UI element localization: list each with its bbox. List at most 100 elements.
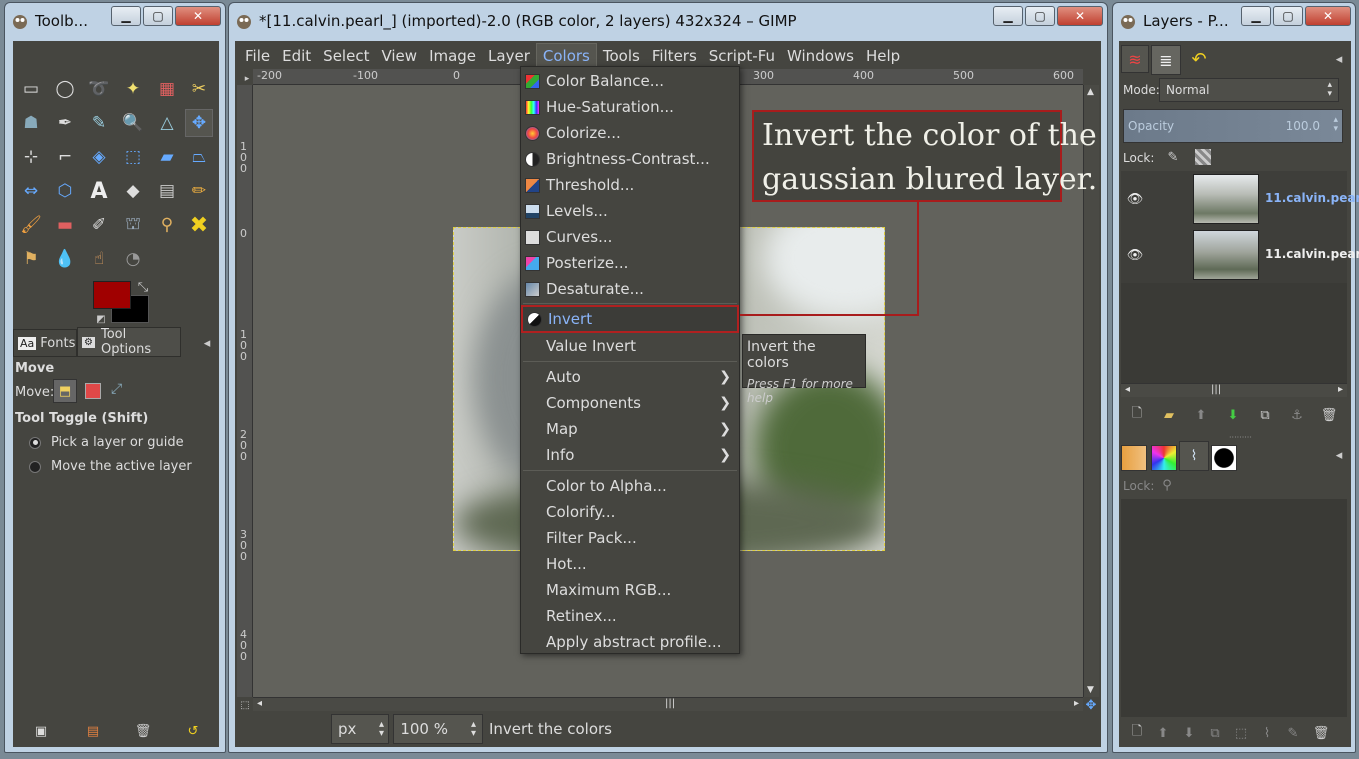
move-tool-icon[interactable]: ✥ xyxy=(185,109,213,137)
scroll-thumb-grip[interactable]: ||| xyxy=(1211,384,1221,395)
minimize-button[interactable]: ▁ xyxy=(1241,6,1271,26)
save-tool-preset-icon[interactable]: ▣ xyxy=(33,723,49,739)
raise-layer-icon[interactable]: ⬆ xyxy=(1193,407,1209,423)
lock-icon[interactable]: ⚲ xyxy=(1159,477,1175,493)
smudge-tool-icon[interactable]: ☝ xyxy=(85,245,113,273)
ink-tool-icon[interactable]: ⛫ xyxy=(119,211,147,239)
tab-channels[interactable]: ≣ xyxy=(1151,45,1181,75)
raise-path-icon[interactable]: ⬆ xyxy=(1155,725,1171,741)
color-picker-tool-icon[interactable]: ✎ xyxy=(85,109,113,137)
scissors-tool-icon[interactable]: ✂ xyxy=(185,75,213,103)
delete-tool-preset-icon[interactable]: 🗑 xyxy=(135,723,152,739)
stroke-path-icon[interactable]: ✎ xyxy=(1285,725,1301,741)
layer-row[interactable]: 👁 11.calvin.pearl_ xyxy=(1121,171,1359,227)
tab-tool-options[interactable]: ⚙ Tool Options xyxy=(77,327,181,357)
menu-file[interactable]: File xyxy=(239,44,276,68)
menu-item-colorify[interactable]: Colorify... xyxy=(521,499,739,525)
move-path-button[interactable]: ⤢ xyxy=(111,381,122,397)
path-to-selection-icon[interactable]: ⬚ xyxy=(1233,725,1249,741)
dock-separator[interactable]: ········· xyxy=(1229,433,1252,442)
lock-pixels-icon[interactable]: ✎ xyxy=(1165,149,1181,165)
blur-tool-icon[interactable]: 💧 xyxy=(51,245,79,273)
menu-item-components[interactable]: Components ❯ xyxy=(521,390,739,416)
menu-item-posterize[interactable]: Posterize... xyxy=(521,250,739,276)
cage-tool-icon[interactable]: ⬡ xyxy=(51,177,79,205)
menu-image[interactable]: Image xyxy=(423,44,482,68)
menu-item-auto[interactable]: Auto ❯ xyxy=(521,364,739,390)
menu-item-map[interactable]: Map ❯ xyxy=(521,416,739,442)
scroll-up-arrow-icon[interactable]: ▲ xyxy=(1087,87,1094,97)
visibility-eye-icon[interactable]: 👁 xyxy=(1127,247,1144,263)
close-button[interactable]: ✕ xyxy=(1305,6,1351,26)
move-layer-button[interactable]: ⬒ xyxy=(53,379,77,403)
menu-item-desaturate[interactable]: Desaturate... xyxy=(521,276,739,302)
layer-list-hscrollbar[interactable]: ◂ ||| ▸ xyxy=(1121,383,1347,397)
anchor-layer-icon[interactable]: ⚓ xyxy=(1289,407,1305,423)
tab-layers[interactable]: ≋ xyxy=(1121,45,1149,73)
tab-gradients[interactable] xyxy=(1211,445,1237,471)
menu-item-info[interactable]: Info ❯ xyxy=(521,442,739,468)
ellipse-select-tool-icon[interactable]: ◯ xyxy=(51,75,79,103)
layer-row[interactable]: 👁 11.calvin.pearl_ xyxy=(1121,227,1359,283)
menu-item-levels[interactable]: Levels... xyxy=(521,198,739,224)
pencil-tool-icon[interactable]: ✏ xyxy=(185,177,213,205)
dodge-burn-tool-icon[interactable]: ◔ xyxy=(119,245,147,273)
swap-colors-icon[interactable]: ⤡ xyxy=(135,279,151,295)
delete-layer-icon[interactable]: 🗑 xyxy=(1321,407,1338,423)
lower-layer-icon[interactable]: ⬇ xyxy=(1225,407,1241,423)
menu-filters[interactable]: Filters xyxy=(646,44,703,68)
layer-name[interactable]: 11.calvin.pearl_ xyxy=(1265,247,1359,261)
tab-undo[interactable]: ↶ xyxy=(1185,45,1213,73)
minimize-button[interactable]: ▁ xyxy=(111,6,141,26)
lock-alpha-icon[interactable] xyxy=(1195,149,1211,165)
text-tool-icon[interactable]: A xyxy=(85,177,113,205)
radio-pick-layer[interactable]: Pick a layer or guide xyxy=(29,435,184,450)
delete-path-icon[interactable]: 🗑 xyxy=(1313,725,1330,741)
shear-tool-icon[interactable]: ▰ xyxy=(153,143,181,171)
close-button[interactable]: ✕ xyxy=(1057,6,1103,26)
tab-menu-icon[interactable]: ◂ xyxy=(1331,51,1347,67)
menu-windows[interactable]: Windows xyxy=(781,44,860,68)
paths-tool-icon[interactable]: ✒ xyxy=(51,109,79,137)
new-path-icon[interactable]: 🗋 xyxy=(1129,724,1145,741)
restore-tool-preset-icon[interactable]: ▤ xyxy=(85,723,101,739)
maximize-button[interactable]: ▢ xyxy=(143,6,173,26)
layer-name[interactable]: 11.calvin.pearl_ xyxy=(1265,191,1359,205)
scroll-left-arrow-icon[interactable]: ◂ xyxy=(257,698,262,709)
menu-item-color-balance[interactable]: Color Balance... xyxy=(521,68,739,94)
rect-select-tool-icon[interactable]: ▭ xyxy=(17,75,45,103)
foreground-color-swatch[interactable] xyxy=(93,281,131,309)
reset-tool-options-icon[interactable]: ↺ xyxy=(185,723,201,739)
tab-patterns[interactable] xyxy=(1151,445,1177,471)
menu-item-curves[interactable]: Curves... xyxy=(521,224,739,250)
perspective-tool-icon[interactable]: ⏢ xyxy=(185,143,213,171)
selection-to-path-icon[interactable]: ⌇ xyxy=(1259,725,1275,741)
select-by-color-tool-icon[interactable]: ▦ xyxy=(153,75,181,103)
maximize-button[interactable]: ▢ xyxy=(1273,6,1303,26)
menu-item-threshold[interactable]: Threshold... xyxy=(521,172,739,198)
scroll-down-arrow-icon[interactable]: ▼ xyxy=(1087,685,1094,695)
radio-move-active-layer[interactable]: Move the active layer xyxy=(29,459,192,474)
maximize-button[interactable]: ▢ xyxy=(1025,6,1055,26)
zoom-selector[interactable]: 100 % ▴ ▾ xyxy=(393,714,483,744)
visibility-eye-icon[interactable]: 👁 xyxy=(1127,191,1144,207)
menu-item-maximum-rgb[interactable]: Maximum RGB... xyxy=(521,577,739,603)
menu-item-hue-saturation[interactable]: Hue-Saturation... xyxy=(521,94,739,120)
rotate-tool-icon[interactable]: ◈ xyxy=(85,143,113,171)
tab-fonts[interactable]: Aa Fonts xyxy=(13,329,77,357)
image-window-titlebar[interactable]: *[11.calvin.pearl_] (imported)-2.0 (RGB … xyxy=(229,3,1107,39)
opacity-slider[interactable]: Opacity 100.0 ▴ ▾ xyxy=(1123,109,1343,143)
lower-path-icon[interactable]: ⬇ xyxy=(1181,725,1197,741)
minimize-button[interactable]: ▁ xyxy=(993,6,1023,26)
crop-tool-icon[interactable]: ⌐ xyxy=(51,143,79,171)
eraser-tool-icon[interactable]: ▬ xyxy=(51,211,79,239)
duplicate-path-icon[interactable]: ⧉ xyxy=(1207,725,1223,741)
scale-tool-icon[interactable]: ⬚ xyxy=(119,143,147,171)
menu-select[interactable]: Select xyxy=(317,44,375,68)
scroll-right-arrow-icon[interactable]: ▸ xyxy=(1338,384,1343,395)
move-selection-button[interactable] xyxy=(85,383,101,399)
align-tool-icon[interactable]: ⊹ xyxy=(17,143,45,171)
free-select-tool-icon[interactable]: ➰ xyxy=(85,75,113,103)
menu-item-colorize[interactable]: Colorize... xyxy=(521,120,739,146)
default-colors-icon[interactable]: ◩ xyxy=(93,311,109,327)
